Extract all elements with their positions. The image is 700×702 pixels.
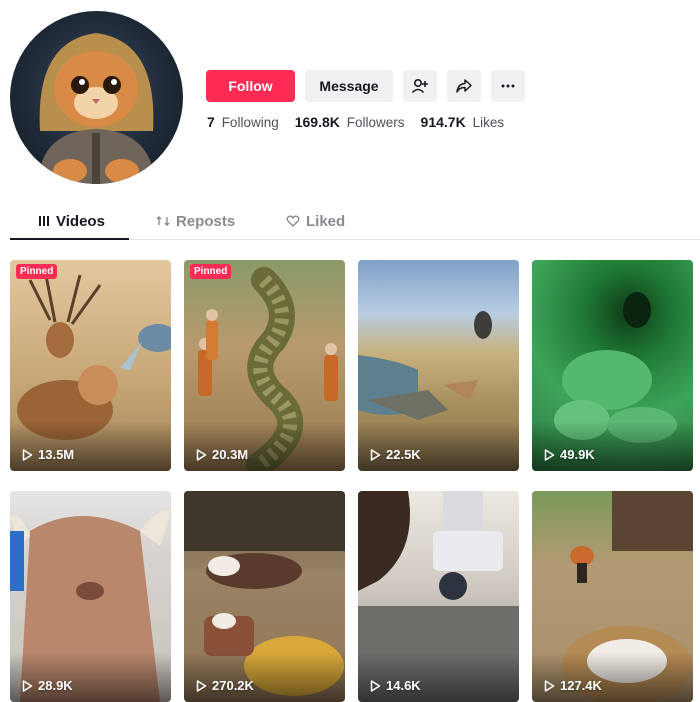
thumbnail-shade xyxy=(184,421,345,471)
play-icon xyxy=(22,679,33,692)
likes-label: Likes xyxy=(472,115,505,130)
followers-count: 169.8K xyxy=(294,114,340,130)
play-icon xyxy=(196,679,207,692)
likes-stat: 914.7K Likes xyxy=(421,114,505,130)
video-card[interactable]: 49.9K xyxy=(532,260,693,471)
following-stat[interactable]: 7 Following xyxy=(207,114,279,130)
tab-videos[interactable]: Videos xyxy=(10,203,129,240)
profile-avatar[interactable] xyxy=(10,11,183,184)
tab-liked-label: Liked xyxy=(306,212,346,230)
more-options-button[interactable] xyxy=(491,70,525,102)
profile-actions: Follow Message xyxy=(206,70,525,102)
likes-count: 914.7K xyxy=(420,114,466,130)
thumbnail-shade xyxy=(10,652,171,702)
view-count-value: 14.6K xyxy=(386,678,421,693)
view-count-value: 127.4K xyxy=(560,678,602,693)
tab-reposts[interactable]: Reposts xyxy=(156,203,235,239)
message-button[interactable]: Message xyxy=(305,70,393,102)
view-count: 13.5M xyxy=(22,447,74,462)
followers-label: Followers xyxy=(346,115,405,130)
add-friend-button[interactable] xyxy=(403,70,437,102)
repost-icon xyxy=(156,216,170,226)
tab-reposts-label: Reposts xyxy=(176,212,236,230)
heart-icon xyxy=(286,215,300,227)
view-count: 127.4K xyxy=(544,678,602,693)
view-count: 22.5K xyxy=(370,447,421,462)
thumbnail-shade xyxy=(184,652,345,702)
cat-avatar-image xyxy=(38,33,155,184)
followers-stat[interactable]: 169.8K Followers xyxy=(295,114,405,130)
play-icon xyxy=(370,679,381,692)
profile-stats: 7 Following 169.8K Followers 914.7K Like… xyxy=(207,114,504,130)
following-count: 7 xyxy=(207,114,215,130)
grid-icon xyxy=(39,216,49,226)
thumbnail-shade xyxy=(10,421,171,471)
video-card[interactable]: 270.2K xyxy=(184,491,345,702)
view-count: 28.9K xyxy=(22,678,73,693)
play-icon xyxy=(544,679,555,692)
thumbnail-shade xyxy=(358,421,519,471)
video-card[interactable]: 28.9K xyxy=(10,491,171,702)
view-count-value: 20.3M xyxy=(212,447,249,462)
play-icon xyxy=(22,448,33,461)
pinned-badge: Pinned xyxy=(190,264,232,279)
play-icon xyxy=(370,448,381,461)
following-label: Following xyxy=(221,115,279,130)
thumbnail-shade xyxy=(532,421,693,471)
view-count: 49.9K xyxy=(544,447,595,462)
video-card[interactable]: 127.4K xyxy=(532,491,693,702)
tab-liked[interactable]: Liked xyxy=(286,203,345,239)
more-dots-icon xyxy=(501,84,515,88)
share-arrow-icon xyxy=(456,79,472,93)
pinned-badge: Pinned xyxy=(16,264,58,279)
view-count-value: 13.5M xyxy=(38,447,75,462)
share-button[interactable] xyxy=(447,70,481,102)
play-icon xyxy=(196,448,207,461)
view-count: 14.6K xyxy=(370,678,421,693)
play-icon xyxy=(544,448,555,461)
video-card[interactable]: 22.5K xyxy=(358,260,519,471)
follow-button[interactable]: Follow xyxy=(206,70,295,102)
video-card[interactable]: 14.6K xyxy=(358,491,519,702)
active-tab-underline xyxy=(10,238,129,240)
thumbnail-shade xyxy=(532,652,693,702)
view-count-value: 22.5K xyxy=(386,447,421,462)
view-count-value: 270.2K xyxy=(212,678,254,693)
view-count: 20.3M xyxy=(196,447,248,462)
video-grid: Pinned 13.5M Pinned 20.3M 22.5K 49.9K 28… xyxy=(10,260,693,702)
video-card[interactable]: Pinned 13.5M xyxy=(10,260,171,471)
video-card[interactable]: Pinned 20.3M xyxy=(184,260,345,471)
person-add-icon xyxy=(411,78,428,94)
view-count-value: 28.9K xyxy=(38,678,73,693)
thumbnail-shade xyxy=(358,652,519,702)
profile-tabs: Videos Reposts Liked xyxy=(10,203,700,240)
tab-videos-label: Videos xyxy=(56,212,105,230)
view-count-value: 49.9K xyxy=(560,447,595,462)
view-count: 270.2K xyxy=(196,678,254,693)
